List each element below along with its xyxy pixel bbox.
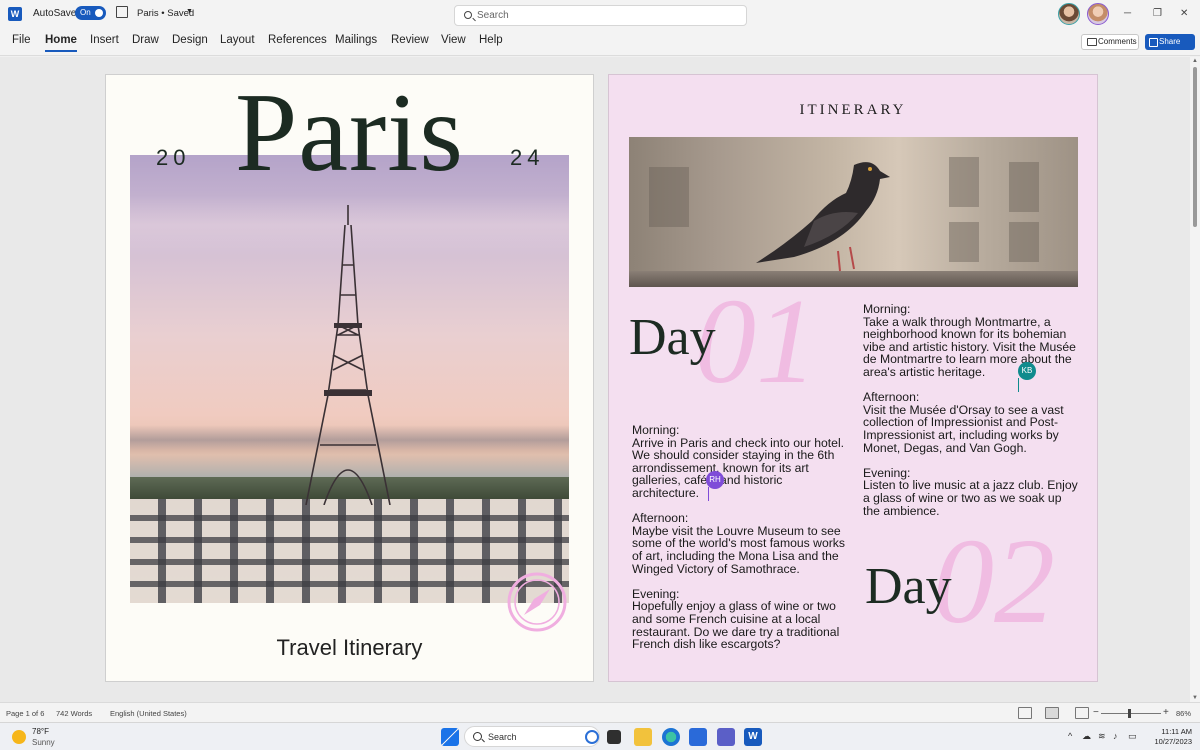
tab-view[interactable]: View <box>441 34 466 46</box>
zoom-in-icon[interactable]: + <box>1163 707 1169 718</box>
pigeon-illustration <box>756 162 890 272</box>
cover-subtitle[interactable]: Travel Itinerary <box>106 635 593 661</box>
word-app-icon[interactable]: W <box>8 7 22 21</box>
tab-help[interactable]: Help <box>479 34 503 46</box>
zoom-out-icon[interactable]: − <box>1093 707 1099 718</box>
print-layout-icon[interactable] <box>1045 707 1059 719</box>
eiffel-tower-illustration <box>305 205 391 505</box>
cloud-icon[interactable]: ☁ <box>1082 731 1091 742</box>
year-right[interactable]: 24 <box>510 145 544 171</box>
tab-layout[interactable]: Layout <box>220 34 255 46</box>
system-clock[interactable]: 11:11 AM 10/27/2023 <box>1148 727 1192 747</box>
search-placeholder: Search <box>477 10 509 21</box>
volume-icon[interactable]: ♪ <box>1113 731 1118 741</box>
taskbar-search-input[interactable]: Search <box>464 726 600 747</box>
minimize-icon[interactable]: ─ <box>1124 8 1131 19</box>
clock-time: 11:11 AM <box>1161 727 1192 736</box>
chevron-up-icon[interactable]: ^ <box>1068 731 1072 741</box>
tab-mailings[interactable]: Mailings <box>335 34 377 46</box>
clock-date: 10/27/2023 <box>1154 737 1192 746</box>
tab-home[interactable]: Home <box>45 34 77 52</box>
collaborator-caret-kb <box>1018 378 1019 392</box>
bing-icon[interactable] <box>585 730 599 744</box>
web-layout-icon[interactable] <box>1075 707 1089 719</box>
day2-morning-text: Take a walk through Montmartre, a neighb… <box>863 314 1076 379</box>
tab-draw[interactable]: Draw <box>132 34 159 46</box>
comments-button[interactable]: Comments <box>1081 34 1139 50</box>
status-bar: Page 1 of 6 742 Words English (United St… <box>0 702 1200 722</box>
save-icon[interactable] <box>116 6 128 18</box>
taskbar-search-placeholder: Search <box>488 732 517 742</box>
scroll-down-icon[interactable]: ▼ <box>1192 695 1198 701</box>
day1-heading[interactable]: Day <box>629 312 716 364</box>
search-icon <box>464 11 472 19</box>
tab-insert[interactable]: Insert <box>90 34 119 46</box>
ribbon: File Home Insert Draw Design Layout Refe… <box>0 28 1200 56</box>
store-icon[interactable] <box>689 728 707 746</box>
tab-file[interactable]: File <box>12 34 31 46</box>
itinerary-heading[interactable]: ITINERARY <box>609 102 1097 119</box>
share-button[interactable]: Share <box>1145 34 1195 50</box>
vertical-scrollbar[interactable]: ▲ ▼ <box>1190 57 1200 702</box>
day2-heading[interactable]: Day <box>865 561 952 613</box>
page-cover[interactable]: Paris 20 24 Travel Itinerary <box>105 74 594 682</box>
close-icon[interactable]: ✕ <box>1180 8 1188 19</box>
document-canvas[interactable]: Paris 20 24 Travel Itinerary ITINERARY 0… <box>0 57 1190 702</box>
sun-icon[interactable] <box>12 730 26 744</box>
tab-references[interactable]: References <box>268 34 327 46</box>
word-taskbar-icon[interactable]: W <box>744 728 762 746</box>
zoom-level[interactable]: 86% <box>1176 709 1191 718</box>
collaborator-cursor-kb[interactable]: KB <box>1018 362 1036 380</box>
autosave-toggle[interactable]: On <box>75 6 106 20</box>
day2-afternoon-text: Visit the Musée d'Orsay to see a vast co… <box>863 402 1064 455</box>
autosave-label: AutoSave <box>33 8 77 19</box>
day1-morning-text: Arrive in Paris and check into our hotel… <box>632 435 845 500</box>
weather-condition[interactable]: Sunny <box>32 738 55 747</box>
collaborator-caret-rh <box>708 487 709 501</box>
pigeon-photo[interactable] <box>629 137 1078 287</box>
chevron-down-icon[interactable]: ▼ <box>186 8 193 15</box>
compass-icon <box>507 572 567 632</box>
scroll-up-icon[interactable]: ▲ <box>1192 58 1198 64</box>
tab-design[interactable]: Design <box>172 34 208 46</box>
taskbar: 78°F Sunny Search W ^ ☁ ≋ ♪ ▭ 11:11 AM 1… <box>0 722 1200 750</box>
day1-text[interactable]: Morning: Arrive in Paris and check into o… <box>632 424 850 663</box>
zoom-slider-thumb[interactable] <box>1128 709 1131 718</box>
day1-evening-text: Hopefully enjoy a glass of wine or two a… <box>632 599 840 652</box>
avatar[interactable] <box>1087 3 1109 25</box>
restore-icon[interactable]: ❐ <box>1153 8 1162 19</box>
word-count[interactable]: 742 Words <box>56 709 92 718</box>
teams-icon[interactable] <box>717 728 735 746</box>
file-explorer-icon[interactable] <box>634 728 652 746</box>
tab-review[interactable]: Review <box>391 34 429 46</box>
day1-afternoon-text: Maybe visit the Louvre Museum to see som… <box>632 523 845 576</box>
day2-text[interactable]: Morning: Take a walk through Montmartre, … <box>863 303 1078 530</box>
edge-browser-icon[interactable] <box>662 728 680 746</box>
battery-icon[interactable]: ▭ <box>1128 731 1137 742</box>
search-icon <box>473 732 482 741</box>
year-left[interactable]: 20 <box>156 145 190 171</box>
eiffel-tower-photo[interactable] <box>130 155 569 603</box>
page-itinerary[interactable]: ITINERARY 01 Day Morning: Arrive in Paris… <box>608 74 1098 682</box>
language-status[interactable]: English (United States) <box>110 709 187 718</box>
day2-evening-text: Listen to live music at a jazz club. Enj… <box>863 478 1078 518</box>
start-menu-icon[interactable] <box>441 728 459 746</box>
weather-temperature[interactable]: 78°F <box>32 727 49 736</box>
wifi-icon[interactable]: ≋ <box>1098 731 1106 742</box>
title-bar: W AutoSave On Paris • Saved ▼ Search ─ ❐… <box>0 0 1200 28</box>
cover-title[interactable]: Paris <box>106 75 593 198</box>
scrollbar-thumb[interactable] <box>1193 67 1197 227</box>
search-input[interactable]: Search <box>454 5 747 26</box>
task-view-icon[interactable] <box>607 730 621 744</box>
avatar[interactable] <box>1058 3 1080 25</box>
page-count[interactable]: Page 1 of 6 <box>6 709 44 718</box>
read-mode-icon[interactable] <box>1018 707 1032 719</box>
zoom-slider[interactable] <box>1101 713 1161 714</box>
